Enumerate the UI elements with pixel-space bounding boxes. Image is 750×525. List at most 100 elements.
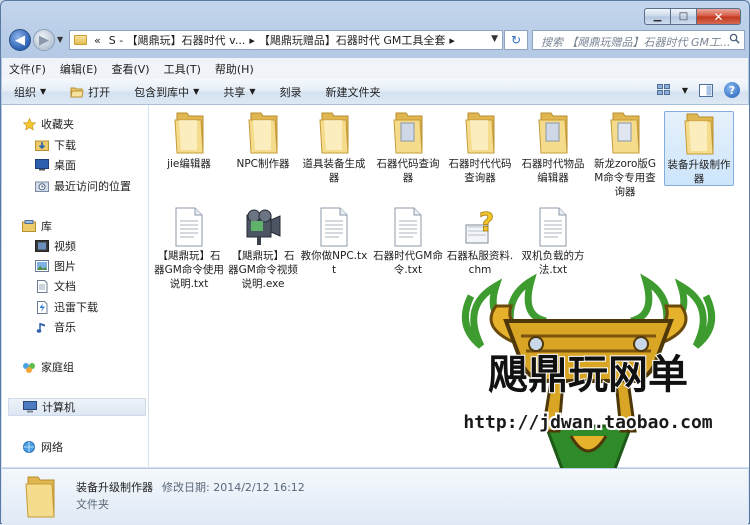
address-row: ◀ ▶ ▼ « S - 【飓鼎玩】石器时代 v... ▸ 【飓鼎玩赠品】石器时代… bbox=[7, 29, 745, 53]
menu-file[interactable]: 文件(F) bbox=[2, 61, 53, 77]
share-button[interactable]: 共享 ▼ bbox=[211, 84, 267, 100]
recent-places-icon bbox=[35, 180, 49, 193]
file-label: 石器时代GM命令.txt bbox=[373, 250, 443, 276]
caption-buttons: ▁ □ ✕ bbox=[644, 8, 741, 25]
address-segment-current[interactable]: 【飓鼎玩赠品】石器时代 GM工具全套 bbox=[255, 32, 450, 48]
nav-favorites[interactable]: 收藏夹 bbox=[22, 115, 74, 133]
address-segment-parent[interactable]: S - 【飓鼎玩】石器时代 v... bbox=[105, 32, 250, 48]
nav-pictures[interactable]: 图片 bbox=[35, 257, 76, 275]
nav-recent-places[interactable]: 最近访问的位置 bbox=[35, 177, 131, 195]
folder-icon bbox=[74, 35, 87, 45]
chm-help-file-icon: ? bbox=[465, 208, 494, 244]
file-label: jie编辑器 bbox=[167, 158, 211, 170]
homegroup-icon bbox=[22, 361, 36, 374]
open-folder-icon bbox=[70, 87, 84, 97]
chevron-down-icon: ▼ bbox=[193, 87, 200, 96]
folder-item[interactable]: 石器时代物品编辑器 bbox=[518, 111, 588, 185]
preview-pane-icon[interactable] bbox=[698, 82, 714, 98]
folder-icon bbox=[248, 112, 278, 154]
search-input[interactable]: 搜索 【飓鼎玩赠品】石器时代 GM工... bbox=[532, 30, 745, 50]
search-placeholder: 搜索 【飓鼎玩赠品】石器时代 GM工... bbox=[541, 36, 731, 49]
organize-button[interactable]: 组织 ▼ bbox=[2, 84, 58, 100]
change-view-icon[interactable] bbox=[656, 82, 672, 98]
nav-libraries[interactable]: 库 bbox=[22, 217, 52, 235]
svg-text:?: ? bbox=[479, 208, 494, 238]
folder-item-selected[interactable]: 装备升级制作器 bbox=[664, 111, 734, 186]
file-label: 石器代码查询器 bbox=[376, 158, 440, 184]
back-button[interactable]: ◀ bbox=[9, 29, 31, 51]
menu-edit[interactable]: 编辑(E) bbox=[53, 61, 105, 77]
folder-item[interactable]: jie编辑器 bbox=[154, 111, 224, 171]
file-item[interactable]: 教你做NPC.txt bbox=[299, 207, 369, 277]
maximize-button[interactable]: □ bbox=[671, 8, 697, 25]
open-label: 打开 bbox=[88, 85, 111, 99]
network-icon bbox=[22, 441, 36, 454]
refresh-button[interactable]: ↻ bbox=[504, 30, 528, 50]
open-button[interactable]: 打开 bbox=[58, 84, 122, 100]
address-overflow[interactable]: « bbox=[90, 34, 105, 47]
desktop-icon bbox=[35, 159, 49, 172]
file-label: 石器时代代码查询器 bbox=[448, 158, 512, 184]
burn-button[interactable]: 刻录 bbox=[267, 84, 313, 100]
file-label: 道具装备生成器 bbox=[302, 158, 366, 184]
nav-desktop[interactable]: 桌面 bbox=[35, 156, 76, 174]
organize-label: 组织 bbox=[14, 85, 36, 99]
music-icon bbox=[35, 321, 49, 334]
nav-label: 计算机 bbox=[42, 401, 75, 414]
nav-label: 音乐 bbox=[54, 321, 76, 334]
nav-computer[interactable]: 计算机 bbox=[8, 398, 146, 416]
forward-button[interactable]: ▶ bbox=[33, 29, 55, 51]
search-icon[interactable] bbox=[729, 33, 740, 44]
nav-thunder-downloads[interactable]: 迅雷下载 bbox=[35, 298, 98, 316]
folder-item[interactable]: 新龙zoro版GM命令专用查询器 bbox=[590, 111, 660, 199]
folder-item[interactable]: 道具装备生成器 bbox=[299, 111, 369, 185]
folder-item[interactable]: 石器代码查询器 bbox=[373, 111, 443, 185]
file-item[interactable]: 【飓鼎玩】石器GM命令视频说明.exe bbox=[228, 207, 298, 291]
nav-downloads[interactable]: 下载 bbox=[35, 136, 76, 154]
exe-file-icon bbox=[246, 209, 281, 245]
folder-icon bbox=[465, 112, 495, 154]
include-in-library-button[interactable]: 包含到库中 ▼ bbox=[122, 84, 211, 100]
watermark-url: http://jdwan.taobao.com bbox=[463, 412, 712, 433]
nav-videos[interactable]: 视频 bbox=[35, 237, 76, 255]
nav-music[interactable]: 音乐 bbox=[35, 318, 76, 336]
burn-label: 刻录 bbox=[279, 85, 302, 99]
text-file-icon bbox=[320, 207, 348, 247]
folder-icon bbox=[610, 112, 640, 154]
menu-view[interactable]: 查看(V) bbox=[104, 61, 156, 77]
help-icon[interactable]: ? bbox=[724, 82, 740, 98]
command-bar-right: ▼ ? bbox=[656, 82, 740, 98]
folder-item[interactable]: 石器时代代码查询器 bbox=[445, 111, 515, 185]
file-label: 装备升级制作器 bbox=[667, 159, 731, 185]
nav-network[interactable]: 网络 bbox=[22, 438, 63, 456]
nav-label: 收藏夹 bbox=[41, 118, 74, 131]
menu-tools[interactable]: 工具(T) bbox=[157, 61, 208, 77]
view-dropdown-icon[interactable]: ▼ bbox=[682, 86, 688, 95]
chevron-down-icon: ▼ bbox=[40, 87, 47, 96]
nav-label: 文档 bbox=[54, 280, 76, 293]
new-folder-button[interactable]: 新建文件夹 bbox=[313, 84, 392, 100]
file-item[interactable]: 【飓鼎玩】石器GM命令使用说明.txt bbox=[154, 207, 224, 291]
arrow-right-icon: ▶ bbox=[39, 32, 49, 48]
watermark-title: 飓鼎玩网单 bbox=[488, 352, 688, 398]
nav-label: 家庭组 bbox=[41, 361, 74, 374]
address-separator-icon[interactable]: ▸ bbox=[449, 34, 455, 47]
folder-item[interactable]: NPC制作器 bbox=[228, 111, 298, 171]
nav-documents[interactable]: 文档 bbox=[35, 277, 76, 295]
recent-pages-dropdown-icon[interactable]: ▼ bbox=[57, 35, 63, 44]
address-dropdown-icon[interactable]: ▼ bbox=[491, 34, 498, 44]
details-modified: 修改日期: 2014/2/12 16:12 bbox=[162, 481, 305, 494]
details-name: 装备升级制作器 bbox=[76, 481, 153, 494]
nav-homegroup[interactable]: 家庭组 bbox=[22, 358, 74, 376]
address-bar[interactable]: « S - 【飓鼎玩】石器时代 v... ▸ 【飓鼎玩赠品】石器时代 GM工具全… bbox=[69, 30, 503, 50]
minimize-button[interactable]: ▁ bbox=[644, 8, 671, 25]
file-label: 教你做NPC.txt bbox=[300, 250, 368, 276]
file-label: 【飓鼎玩】石器GM命令使用说明.txt bbox=[154, 250, 224, 290]
libraries-icon bbox=[22, 220, 36, 233]
close-button[interactable]: ✕ bbox=[697, 8, 741, 25]
menu-bar: 文件(F) 编辑(E) 查看(V) 工具(T) 帮助(H) bbox=[2, 58, 748, 80]
menu-help[interactable]: 帮助(H) bbox=[208, 61, 261, 77]
nav-label: 库 bbox=[41, 220, 52, 233]
command-bar: 组织 ▼ 打开 包含到库中 ▼ 共享 ▼ 刻录 新建文件夹 ▼ ? bbox=[2, 79, 748, 105]
file-item[interactable]: 石器时代GM命令.txt bbox=[373, 207, 443, 277]
